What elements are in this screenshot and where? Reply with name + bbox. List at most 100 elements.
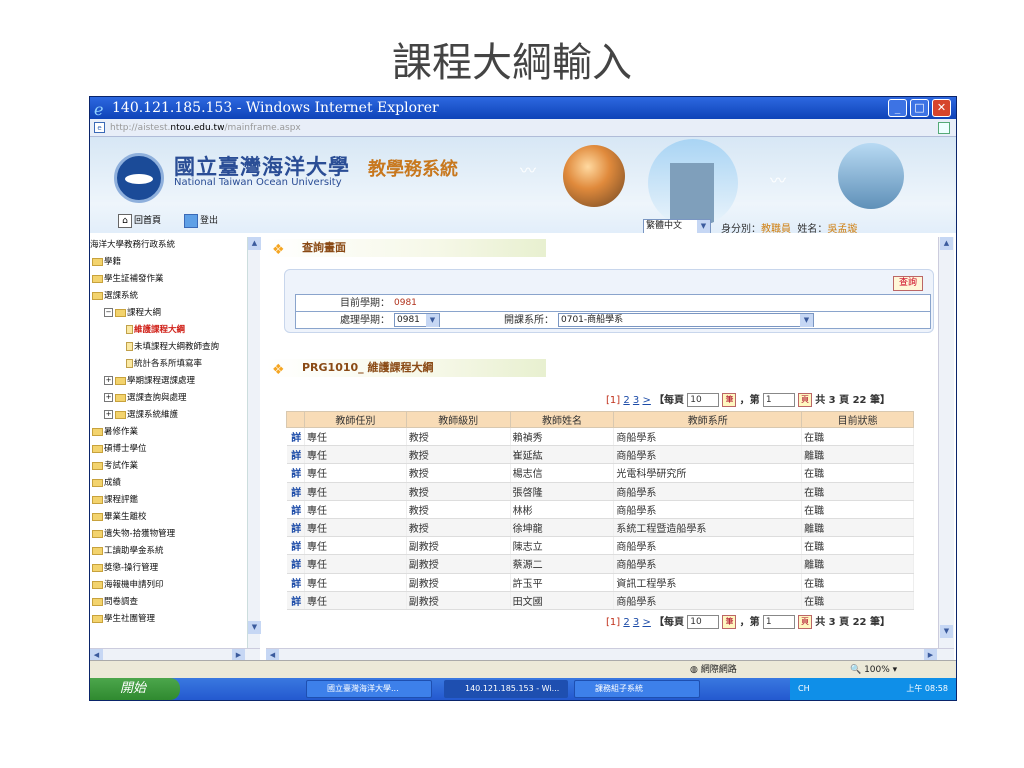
dept-label: 開課系所： [504, 315, 554, 326]
refresh-icon[interactable] [938, 122, 950, 134]
tree-item[interactable]: 統計各系所填寫率 [126, 356, 202, 373]
folder-icon [92, 512, 103, 521]
document-icon [126, 325, 133, 334]
tree-item[interactable]: 學生証補發作業 [92, 271, 164, 288]
status-bar: ◍ 網際網路 🔍 100% ▾ [90, 660, 956, 678]
minimize-button[interactable]: _ [888, 99, 907, 117]
tree-item[interactable]: 成績 [92, 475, 121, 492]
next-page-link[interactable]: > [642, 617, 650, 628]
taskbar-item-active[interactable]: 140.121.185.153 - Wi... [444, 680, 568, 698]
detail-link[interactable]: 詳 [286, 572, 305, 592]
home-button[interactable]: ⌂ 回首頁 [118, 213, 161, 229]
per-page-input[interactable]: 10 [687, 615, 720, 629]
university-name-en: National Taiwan Ocean University [174, 177, 342, 188]
tree-item[interactable]: 問卷調查 [92, 594, 138, 611]
detail-link[interactable]: 詳 [286, 463, 305, 483]
maximize-button[interactable]: □ [910, 99, 929, 117]
tree-item[interactable]: 碩博士學位 [92, 441, 147, 458]
tree-item[interactable]: 畢業生離校 [92, 509, 147, 526]
dept-select[interactable]: 0701-商船學系 ▼ [558, 313, 814, 327]
folder-icon [92, 580, 103, 589]
tree-item[interactable]: + 學期課程選課處理 [104, 373, 195, 390]
per-page-button[interactable]: 筆 [722, 615, 737, 629]
clock: 上午 08:58 [906, 684, 948, 693]
col-rank: 教師級別 [405, 411, 511, 428]
table-row: 詳專任 教授 林彬 商船學系 在職 [286, 499, 914, 519]
pager-top: [1] 2 3 > 【每頁 10 筆 ，第 1 頁 共 3 頁 22 筆】 [606, 393, 890, 407]
folder-icon [115, 393, 126, 402]
page-link[interactable]: 2 [623, 395, 629, 406]
tree-item[interactable]: 獎懲-操行管理 [92, 560, 158, 577]
home-icon: ⌂ [118, 213, 132, 228]
document-icon [126, 359, 133, 368]
window-titlebar[interactable]: ℯ 140.121.185.153 - Windows Internet Exp… [90, 97, 956, 119]
tree-item[interactable]: − 課程大綱 [104, 305, 161, 322]
taskbar-item[interactable]: 課務組子系統 [574, 680, 700, 698]
per-page-button[interactable]: 筆 [722, 393, 737, 407]
detail-link[interactable]: 詳 [286, 426, 305, 447]
page-link[interactable]: 2 [623, 617, 629, 628]
detail-link[interactable]: 詳 [286, 554, 305, 574]
page-input[interactable]: 1 [762, 615, 795, 629]
detail-link[interactable]: 詳 [286, 445, 305, 465]
nav-hscrollbar[interactable]: ◀ ▶ [90, 648, 260, 662]
tree-item-active[interactable]: 維護課程大綱 [126, 322, 185, 339]
tree-item[interactable]: + 選課系統維護 [104, 407, 178, 424]
zoom-level[interactable]: 🔍 100% ▾ [850, 661, 897, 679]
process-term-label: 處理學期： [340, 315, 390, 326]
tree-root: 海洋大學教務行政系統 [90, 240, 176, 250]
content-hscrollbar[interactable]: ◀ ▶ [266, 648, 954, 662]
next-page-link[interactable]: > [642, 395, 650, 406]
scroll-up-icon[interactable]: ▲ [248, 237, 261, 250]
query-button[interactable]: 查詢 [893, 276, 923, 291]
pager-bottom: [1] 2 3 > 【每頁 10 筆 ，第 1 頁 共 3 頁 22 筆】 [606, 615, 890, 629]
content-scrollbar[interactable]: ▲ ▼ [938, 237, 954, 648]
chevron-down-icon: ▼ [800, 314, 813, 327]
detail-link[interactable]: 詳 [286, 517, 305, 538]
slide-title: 課程大綱輸入 [392, 40, 632, 86]
close-button[interactable]: ✕ [932, 99, 951, 117]
per-page-input[interactable]: 10 [687, 393, 720, 407]
tree-item[interactable]: 遺失物-拾獲物管理 [92, 526, 175, 543]
table-header: 教師任別 教師級別 教師姓名 教師系所 目前狀態 [286, 411, 914, 428]
tree-item[interactable]: 工讀助學金系統 [92, 543, 164, 560]
table-row: 詳專任 教授 楊志信 光電科學研究所 在職 [286, 463, 914, 483]
input-lang[interactable]: CH [798, 684, 810, 693]
folder-icon [92, 563, 103, 572]
logout-button[interactable]: 登出 [184, 213, 218, 229]
tree-item[interactable]: 課程評鑑 [92, 492, 138, 509]
tree-item[interactable]: 學籍 [92, 254, 121, 271]
scroll-up-icon[interactable]: ▲ [940, 237, 953, 250]
language-select[interactable]: 繁體中文 ▼ [643, 219, 711, 233]
tree-item[interactable]: 海報機申請列印 [92, 577, 164, 594]
current-term-row: 目前學期： 0981 [296, 295, 930, 312]
url-path: /mainframe.aspx [224, 123, 301, 133]
tree-item[interactable]: 學生社團管理 [92, 611, 155, 628]
table-row: 詳專任 教授 徐坤龍 系統工程暨造船學系 離職 [286, 517, 914, 538]
tree-item[interactable]: 暑修作業 [92, 424, 138, 441]
table-row: 詳專任 教授 崔延紘 商船學系 離職 [286, 445, 914, 465]
folder-icon [92, 495, 103, 504]
scroll-down-icon[interactable]: ▼ [940, 625, 953, 638]
start-button[interactable]: 開始 [90, 678, 180, 700]
taskbar-item[interactable]: 國立臺灣海洋大學... [306, 680, 432, 698]
tree-item[interactable]: 選課系統 [92, 288, 138, 305]
tree-item[interactable]: + 選課查詢與處理 [104, 390, 187, 407]
address-bar[interactable]: e http://aistest.ntou.edu.tw/mainframe.a… [90, 119, 956, 137]
detail-link[interactable]: 詳 [286, 536, 305, 556]
page-go-button[interactable]: 頁 [798, 615, 812, 629]
tree-item[interactable]: 考試作業 [92, 458, 138, 475]
section-bullet-icon: ❖ [272, 242, 285, 258]
detail-link[interactable]: 詳 [286, 499, 305, 519]
nav-scrollbar[interactable]: ▲ ▼ [247, 237, 261, 648]
detail-link[interactable]: 詳 [286, 590, 305, 610]
scroll-down-icon[interactable]: ▼ [248, 621, 261, 634]
page-link[interactable]: 3 [633, 395, 639, 406]
page-input[interactable]: 1 [762, 393, 795, 407]
page-go-button[interactable]: 頁 [798, 393, 812, 407]
collapse-icon: − [104, 308, 113, 317]
page-link[interactable]: 3 [633, 617, 639, 628]
process-term-select[interactable]: 0981 ▼ [394, 313, 440, 327]
tree-item[interactable]: 未填課程大綱教師查詢 [126, 339, 219, 356]
detail-link[interactable]: 詳 [286, 481, 305, 501]
